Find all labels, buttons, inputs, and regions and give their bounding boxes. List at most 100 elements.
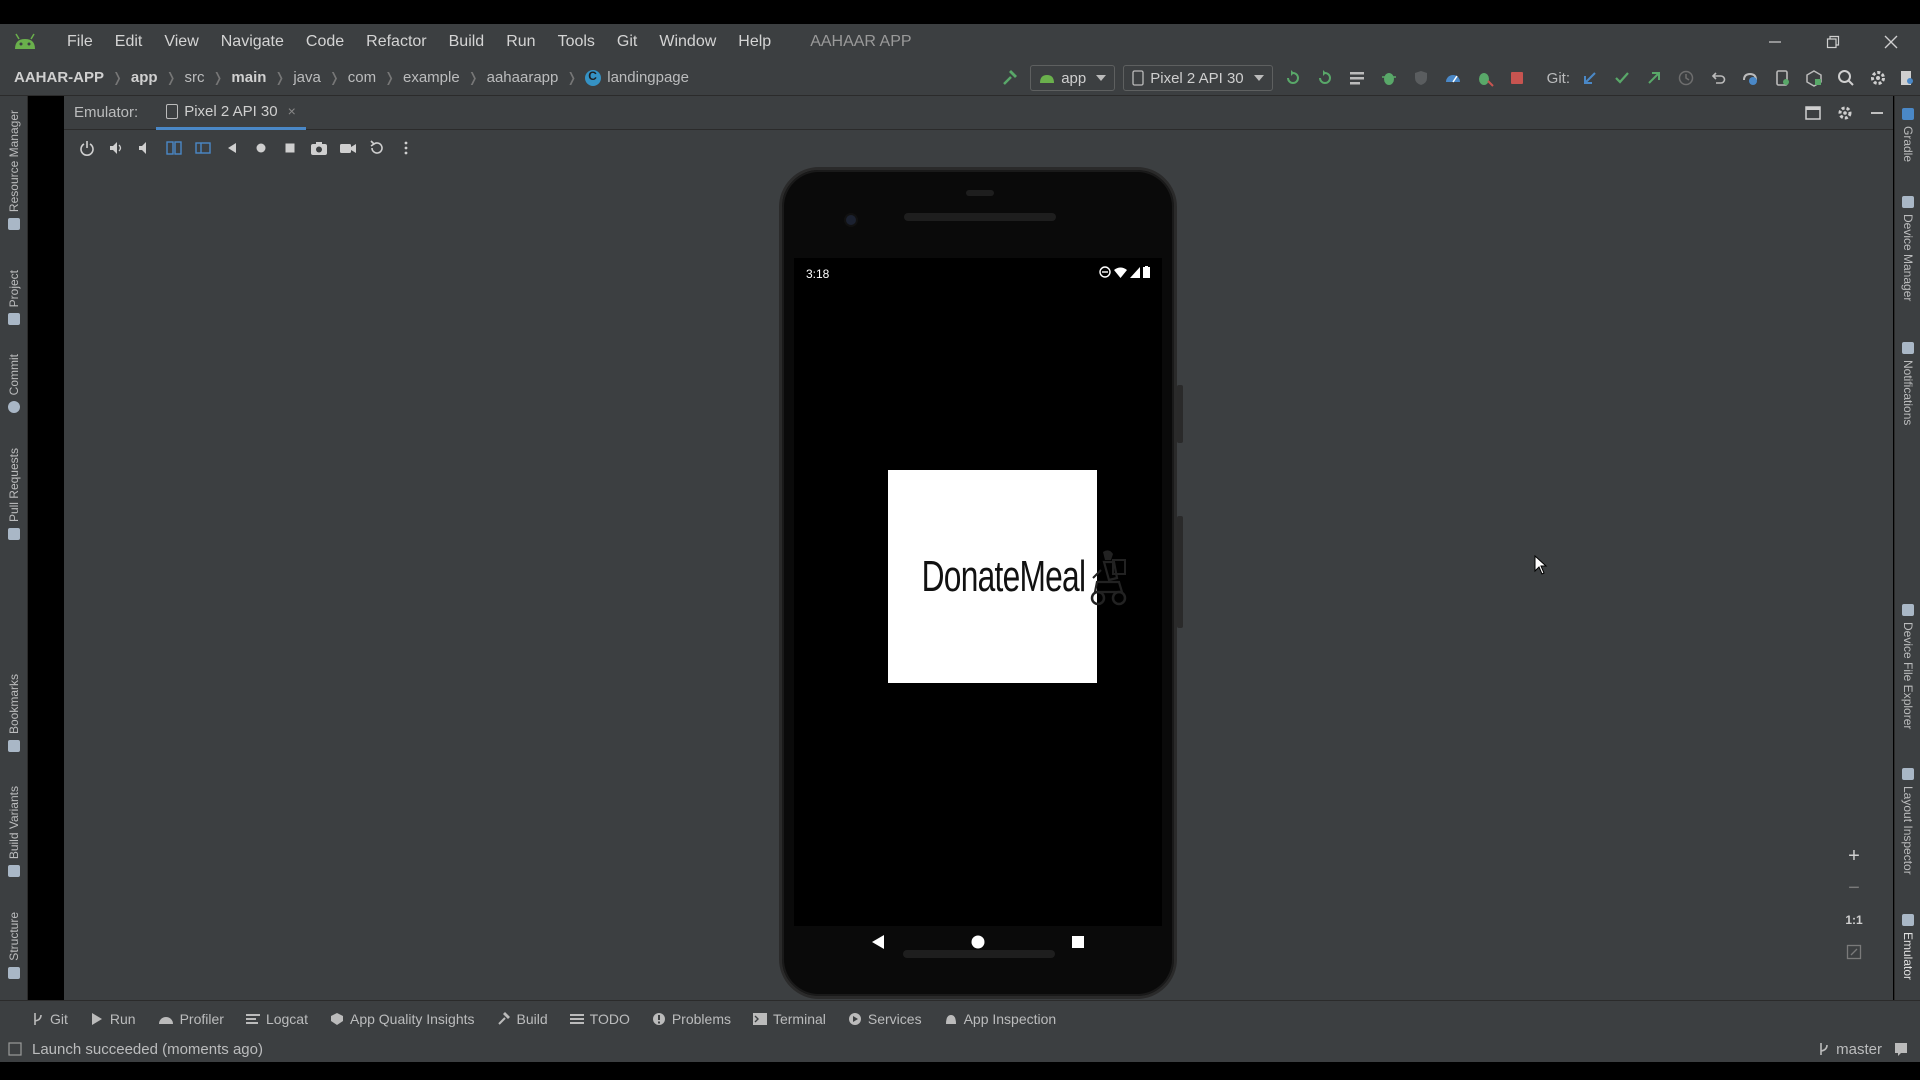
menu-refactor[interactable]: Refactor [355, 24, 437, 60]
run-config-dropdown[interactable]: app [1030, 65, 1116, 91]
tool-tab-build-variants[interactable]: Build Variants [0, 786, 28, 878]
menu-window[interactable]: Window [648, 24, 727, 60]
menu-edit[interactable]: Edit [104, 24, 154, 60]
breadcrumb-project[interactable]: AAHAR-APP [14, 69, 104, 86]
tool-app-inspection[interactable]: App Inspection [944, 1011, 1056, 1027]
tool-problems[interactable]: Problems [652, 1011, 731, 1027]
zoom-in-button[interactable]: + [1837, 840, 1871, 872]
wifi-icon [1114, 267, 1127, 278]
panel-toggle-icon[interactable] [8, 1042, 22, 1056]
git-history-button[interactable] [1670, 60, 1702, 96]
apply-code-changes-button[interactable] [1309, 60, 1341, 96]
home-button[interactable] [246, 130, 275, 166]
phone-screen[interactable]: 3:18 DonateMeal [794, 258, 1162, 949]
settings-button[interactable] [1862, 60, 1894, 96]
menu-file[interactable]: File [56, 24, 104, 60]
tool-git[interactable]: Git [32, 1011, 68, 1027]
menu-run[interactable]: Run [495, 24, 546, 60]
emulator-device-tab[interactable]: Pixel 2 API 30 × [156, 96, 306, 130]
volume-up-button[interactable] [101, 130, 130, 166]
breadcrumb-src[interactable]: src [184, 69, 204, 86]
run-with-coverage-button[interactable] [1405, 60, 1437, 96]
tool-tab-notifications[interactable]: Notifications [1895, 342, 1920, 425]
phone-home-button[interactable] [928, 934, 1028, 950]
restore-button[interactable] [1804, 24, 1862, 60]
device-dropdown[interactable]: Pixel 2 API 30 [1123, 65, 1273, 91]
breadcrumb-com[interactable]: com [348, 69, 376, 86]
event-log-icon[interactable] [1894, 1042, 1908, 1056]
git-commit-button[interactable] [1606, 60, 1638, 96]
rotate-right-button[interactable] [188, 130, 217, 166]
stop-button[interactable] [1501, 60, 1533, 96]
phone-overview-button[interactable] [1028, 934, 1128, 950]
tool-build[interactable]: Build [497, 1011, 548, 1027]
debug-button[interactable] [1373, 60, 1405, 96]
back-button[interactable] [217, 130, 246, 166]
ide-update-button[interactable] [1894, 60, 1920, 96]
tool-tab-project[interactable]: Project [0, 270, 28, 326]
git-update-button[interactable] [1574, 60, 1606, 96]
breadcrumb-aahaarapp[interactable]: aahaarapp [487, 69, 559, 86]
sync-gradle-button[interactable] [1734, 60, 1766, 96]
git-branch-widget[interactable]: master [1836, 1041, 1882, 1058]
minimize-button[interactable] [1746, 24, 1804, 60]
breadcrumb-example[interactable]: example [403, 69, 460, 86]
search-everywhere-button[interactable] [1830, 60, 1862, 96]
tool-terminal[interactable]: Terminal [752, 1011, 826, 1027]
zoom-out-button[interactable]: − [1837, 872, 1871, 904]
tool-todo[interactable]: TODO [569, 1011, 630, 1027]
device-manager-button[interactable] [1766, 60, 1798, 96]
menu-view[interactable]: View [153, 24, 209, 60]
menu-tools[interactable]: Tools [547, 24, 606, 60]
tool-tab-device-file-explorer[interactable]: Device File Explorer [1895, 604, 1920, 729]
screen-record-button[interactable] [333, 130, 362, 166]
close-icon[interactable]: × [288, 103, 296, 119]
tool-tab-commit[interactable]: Commit [0, 354, 28, 414]
tool-logcat[interactable]: Logcat [245, 1011, 308, 1027]
git-push-button[interactable] [1638, 60, 1670, 96]
more-options-button[interactable] [391, 130, 420, 166]
tool-tab-pull-requests[interactable]: Pull Requests [0, 448, 28, 541]
menu-help[interactable]: Help [727, 24, 782, 60]
tool-run[interactable]: Run [90, 1011, 136, 1027]
breadcrumb-module[interactable]: app [131, 69, 158, 86]
zoom-actual-size-button[interactable]: 1:1 [1837, 904, 1871, 936]
menu-code[interactable]: Code [295, 24, 355, 60]
breadcrumb-java[interactable]: java [293, 69, 321, 86]
make-project-button[interactable] [994, 60, 1026, 96]
git-rollback-button[interactable] [1702, 60, 1734, 96]
tool-tab-emulator[interactable]: Emulator [1895, 914, 1920, 980]
emulator-icon [1902, 914, 1914, 926]
tool-app-quality-insights[interactable]: App Quality Insights [330, 1011, 475, 1027]
sdk-manager-button[interactable] [1798, 60, 1830, 96]
breadcrumb-file[interactable]: landingpage [585, 69, 689, 86]
rotate-left-button[interactable] [159, 130, 188, 166]
tool-tab-device-manager[interactable]: Device Manager [1895, 196, 1920, 301]
tool-tab-layout-inspector[interactable]: Layout Inspector [1895, 768, 1920, 875]
menu-build[interactable]: Build [438, 24, 496, 60]
screenshot-button[interactable] [304, 130, 333, 166]
overview-button[interactable] [275, 130, 304, 166]
close-window-button[interactable] [1862, 24, 1920, 60]
menu-navigate[interactable]: Navigate [210, 24, 295, 60]
profile-button[interactable] [1437, 60, 1469, 96]
breadcrumb-main[interactable]: main [231, 69, 266, 86]
tool-tab-resource-manager[interactable]: Resource Manager [0, 110, 28, 231]
coverage-button[interactable] [1341, 60, 1373, 96]
power-button[interactable] [72, 130, 101, 166]
attach-debugger-button[interactable] [1469, 60, 1501, 96]
tool-profiler[interactable]: Profiler [158, 1011, 224, 1027]
zoom-fit-button[interactable] [1837, 936, 1871, 968]
maximize-panel-button[interactable] [1797, 95, 1829, 131]
volume-down-button[interactable] [130, 130, 159, 166]
menu-git[interactable]: Git [606, 24, 648, 60]
apply-changes-restart-button[interactable] [1277, 60, 1309, 96]
tool-tab-gradle[interactable]: Gradle [1895, 108, 1920, 162]
tool-tab-bookmarks[interactable]: Bookmarks [0, 674, 28, 753]
hide-panel-button[interactable] [1861, 95, 1893, 131]
snapshot-button[interactable] [362, 130, 391, 166]
tool-services[interactable]: Services [848, 1011, 922, 1027]
phone-back-button[interactable] [828, 934, 928, 950]
tool-tab-structure[interactable]: Structure [0, 912, 28, 979]
emulator-settings-button[interactable] [1829, 95, 1861, 131]
